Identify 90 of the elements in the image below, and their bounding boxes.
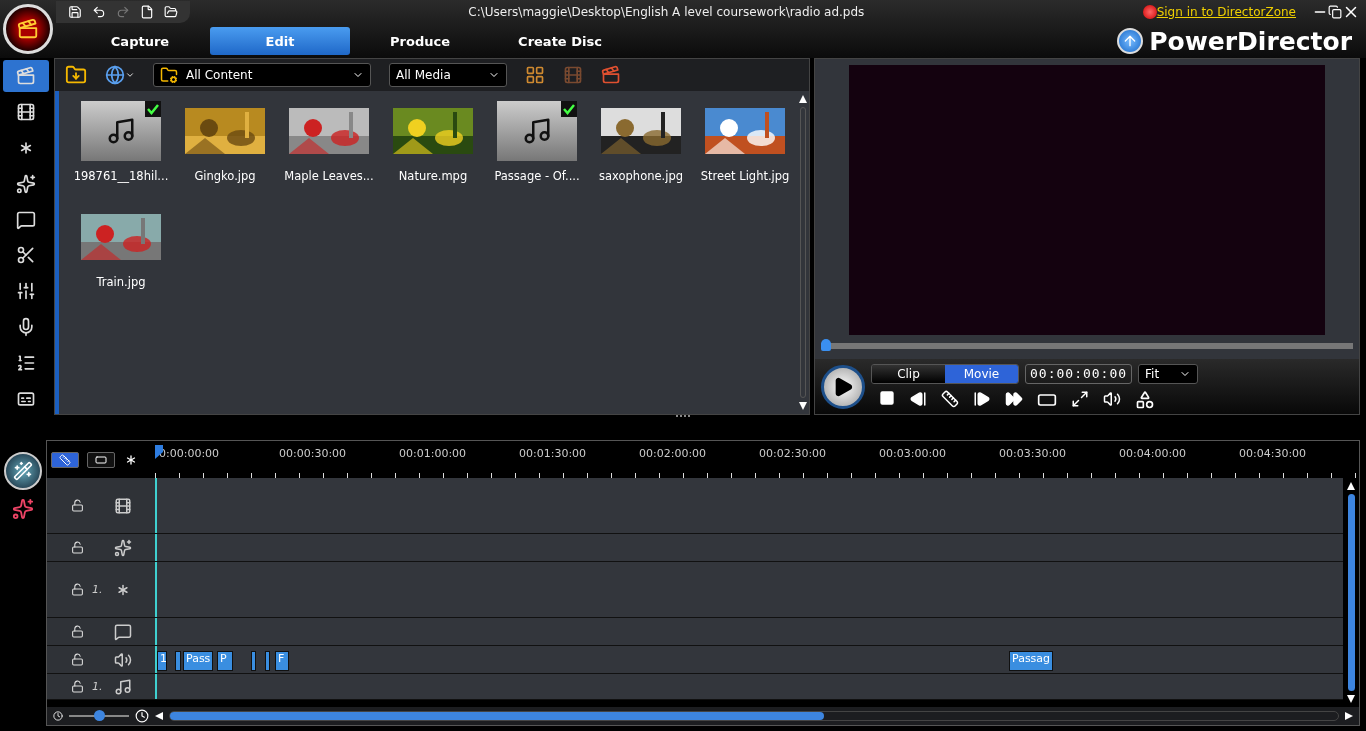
new-file-icon[interactable] [140, 5, 154, 19]
splitter-grip[interactable] [676, 415, 690, 418]
unlock-icon[interactable] [71, 625, 84, 638]
time-label: 00:04:30:00 [1239, 446, 1308, 462]
grid-view-icon[interactable] [525, 65, 545, 85]
track-number: 1. [92, 583, 104, 596]
play-button[interactable] [821, 364, 865, 409]
media-name: 198761__18hil... [73, 169, 169, 183]
scroll-up-icon[interactable] [799, 95, 807, 103]
time-label: 00:03:00:00 [879, 446, 948, 462]
magic-hat-button[interactable] [4, 452, 42, 490]
mode-toggle[interactable]: Movie [945, 364, 1018, 383]
clapperboard-icon [17, 18, 39, 40]
sparkles-icon [114, 538, 132, 557]
sign-in-link[interactable]: Sign in to DirectorZone [1156, 5, 1296, 19]
audio-clip[interactable] [251, 651, 256, 671]
undo-icon[interactable] [92, 5, 106, 19]
media-thumbnail[interactable] [497, 101, 577, 161]
record-dot-icon [1142, 5, 1157, 19]
window-title: C:\Users\maggie\Desktop\English A level coursework\radio ad.pds [467, 5, 866, 19]
music-icon [114, 677, 132, 696]
film-icon [114, 496, 132, 515]
scroll-down-icon[interactable] [1347, 695, 1355, 703]
film-download-icon[interactable] [601, 65, 621, 85]
media-name: Street Light.jpg [700, 169, 790, 183]
music-note-icon [81, 101, 161, 161]
time-label: 00:04:00:00 [1119, 446, 1188, 462]
ruler-icon[interactable] [941, 389, 959, 410]
unlock-icon[interactable] [71, 680, 84, 693]
restore-icon[interactable] [1328, 5, 1342, 19]
time-label: 00:01:30:00 [519, 446, 588, 462]
media-name: Gingko.jpg [194, 169, 256, 183]
import-folder-icon[interactable] [65, 64, 87, 86]
tab[interactable]: Produce [350, 27, 490, 55]
speech-bubble-icon [114, 622, 132, 641]
rectangle-icon [95, 453, 107, 466]
magic-style-icon[interactable] [12, 498, 34, 520]
timeline-view-button[interactable] [51, 451, 79, 468]
globe-download-icon[interactable] [105, 65, 135, 85]
scroll-left-icon[interactable] [155, 712, 163, 720]
unlock-icon[interactable] [71, 653, 84, 666]
folder-gear-icon [160, 66, 178, 84]
fit-dropdown[interactable]: Fit [1138, 363, 1199, 384]
open-folder-icon[interactable] [164, 5, 178, 19]
scrub-handle[interactable] [821, 339, 831, 351]
check-icon [145, 101, 161, 117]
mode-toggle[interactable]: Clip [872, 364, 945, 383]
brand-name: PowerDirector [1149, 26, 1352, 56]
track-number: 1. [92, 680, 104, 693]
scroll-up-icon[interactable] [1347, 482, 1355, 490]
media-dropdown[interactable]: All Media [389, 63, 507, 87]
shapes-icon[interactable] [1135, 389, 1155, 410]
ruler-icon [59, 453, 71, 466]
unlock-icon[interactable] [71, 499, 84, 512]
time-label: 00:01:00:00 [399, 446, 468, 462]
upgrade-icon[interactable] [1117, 28, 1144, 54]
clock-icon [53, 711, 63, 721]
unlock-icon[interactable] [71, 541, 84, 554]
time-label: 00:03:30:00 [999, 446, 1068, 462]
music-note-icon [497, 101, 577, 161]
media-name: saxophone.jpg [599, 169, 683, 183]
clock-icon [135, 709, 149, 723]
save-icon[interactable] [68, 5, 82, 19]
tab[interactable]: Edit [210, 27, 350, 55]
time-label: 00:02:00:00 [639, 446, 708, 462]
media-thumbnail[interactable] [81, 101, 161, 161]
unlock-icon[interactable] [71, 583, 84, 596]
wand-icon [13, 461, 33, 481]
speaker-icon [114, 650, 132, 669]
redo-icon[interactable] [116, 5, 130, 19]
audio-clip[interactable] [265, 651, 270, 671]
zoom-handle[interactable] [94, 710, 105, 721]
audio-clip[interactable] [175, 651, 181, 671]
media-name: Train.jpg [96, 275, 146, 289]
media-name: Passage - Of.... [494, 169, 580, 183]
scroll-right-icon[interactable] [1345, 712, 1353, 720]
media-name: Nature.mpg [398, 169, 468, 183]
app-logo[interactable] [3, 4, 53, 54]
tab[interactable]: Create Disc [490, 27, 630, 55]
time-label: 0:00:00:00 [159, 446, 221, 462]
content-dropdown[interactable]: All Content [153, 63, 371, 87]
storyboard-view-button[interactable] [87, 451, 115, 468]
resize-icon[interactable] [1071, 389, 1089, 410]
media-name: Maple Leaves... [284, 169, 374, 183]
scroll-down-icon[interactable] [799, 402, 807, 410]
tab[interactable]: Capture [70, 27, 210, 55]
time-label: 00:00:30:00 [279, 446, 348, 462]
timecode-display: 00:00:00:00 [1025, 363, 1133, 384]
time-label: 00:02:30:00 [759, 446, 828, 462]
check-icon [561, 101, 577, 117]
